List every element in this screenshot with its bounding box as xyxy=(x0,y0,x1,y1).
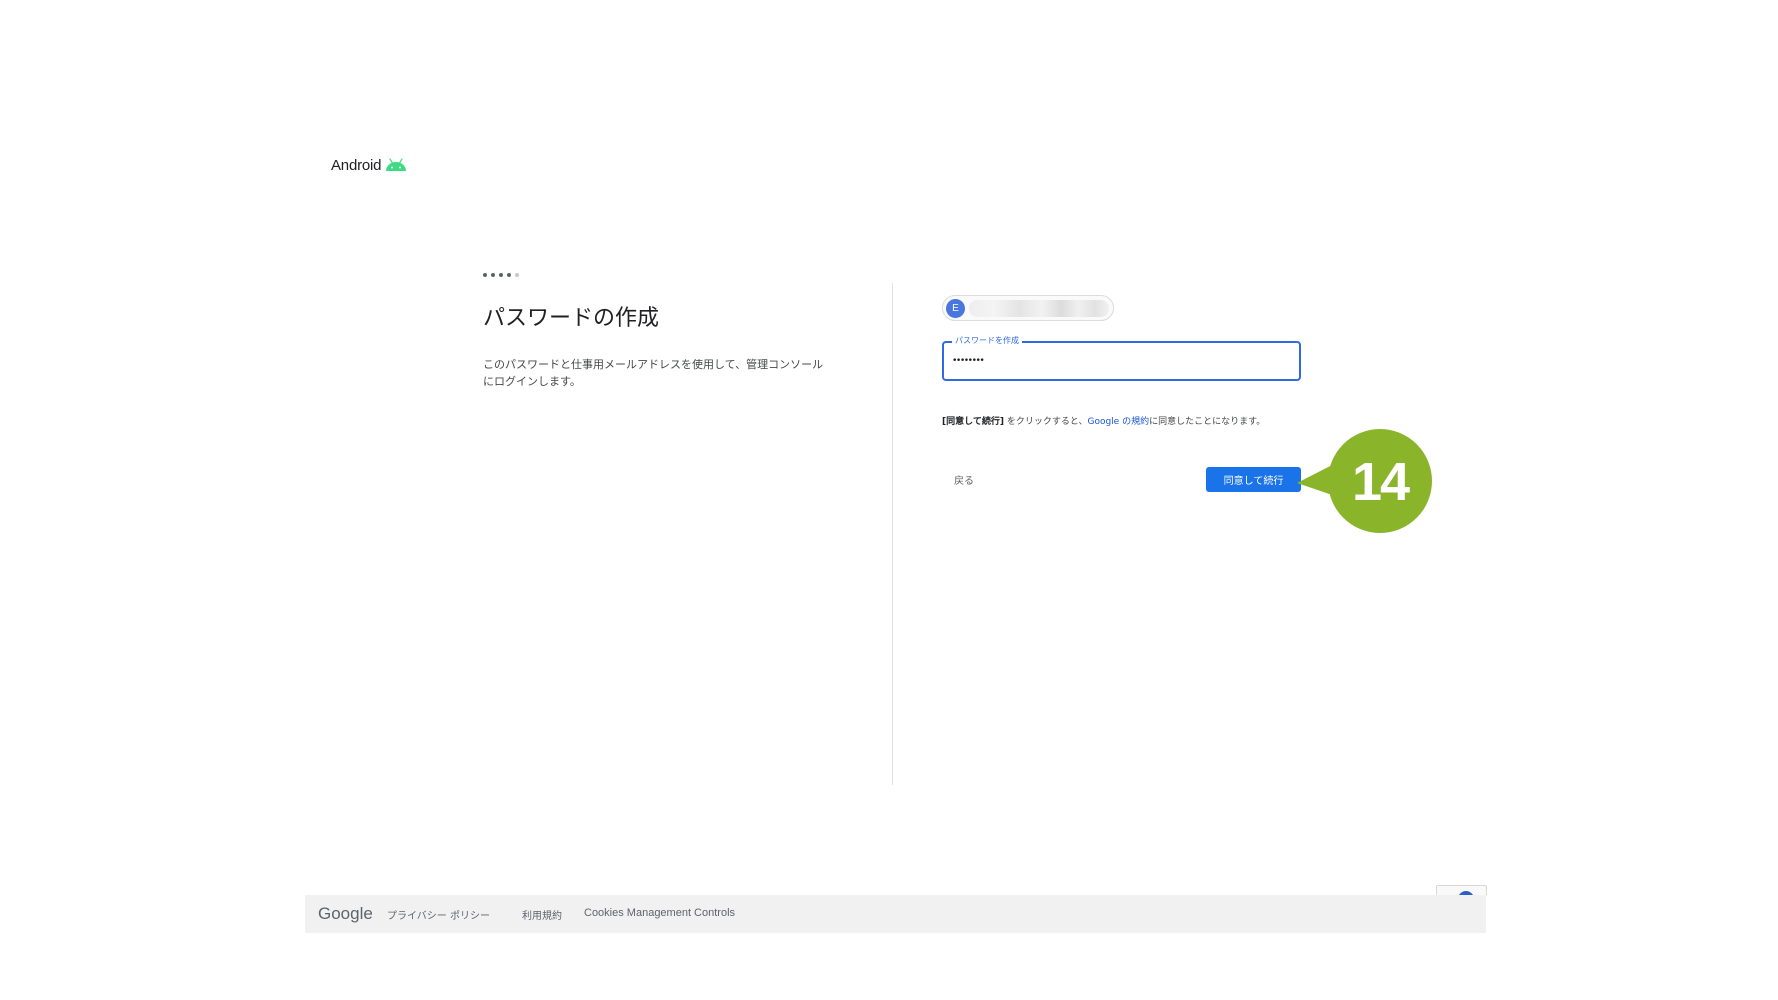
terms-text: をクリックすると、 xyxy=(1003,417,1088,427)
terms-text: に同意したことになります。 xyxy=(1149,417,1266,427)
progress-dot xyxy=(483,273,487,277)
android-robot-icon xyxy=(386,158,407,171)
step-number: 14 xyxy=(1351,452,1410,512)
brand-name: Android xyxy=(331,156,382,174)
recaptcha-badge[interactable] xyxy=(1436,885,1487,895)
panel-divider xyxy=(892,283,893,785)
avatar: E xyxy=(946,299,965,318)
password-input[interactable] xyxy=(952,352,1282,370)
description-line: にログインします。 xyxy=(483,375,581,388)
agree-continue-button[interactable]: 同意して続行 xyxy=(1206,467,1301,492)
google-terms-link[interactable]: Google の規約 xyxy=(1087,417,1149,427)
progress-dot xyxy=(491,273,495,277)
account-email-blurred xyxy=(969,300,1109,317)
page-title: パスワードの作成 xyxy=(483,306,660,331)
progress-dot xyxy=(507,273,511,277)
progress-indicator xyxy=(483,273,519,277)
terms-notice: [同意して続行] をクリックすると、Google の規約に同意したことになります… xyxy=(942,416,1265,429)
description-line: このパスワードと仕事用メールアドレスを使用して、管理コンソール xyxy=(483,358,824,371)
password-label: パスワードを作成 xyxy=(952,335,1022,347)
google-logo: Google xyxy=(318,904,373,923)
page-description: このパスワードと仕事用メールアドレスを使用して、管理コンソール にログインします… xyxy=(483,356,843,390)
android-brand: Android xyxy=(331,154,407,176)
progress-dot xyxy=(515,273,519,277)
account-chip[interactable]: E xyxy=(942,295,1114,321)
privacy-policy-link[interactable]: プライバシー ポリシー xyxy=(387,907,490,922)
terms-bold-text: [同意して続行] xyxy=(942,417,1004,427)
password-field[interactable]: パスワードを作成 xyxy=(942,335,1301,381)
progress-dot xyxy=(499,273,503,277)
back-button[interactable]: 戻る xyxy=(944,466,984,492)
terms-of-service-link[interactable]: 利用規約 xyxy=(522,907,562,922)
cookies-controls-link[interactable]: Cookies Management Controls xyxy=(584,907,735,919)
footer: Google プライバシー ポリシー 利用規約 Cookies Manageme… xyxy=(305,895,1486,933)
